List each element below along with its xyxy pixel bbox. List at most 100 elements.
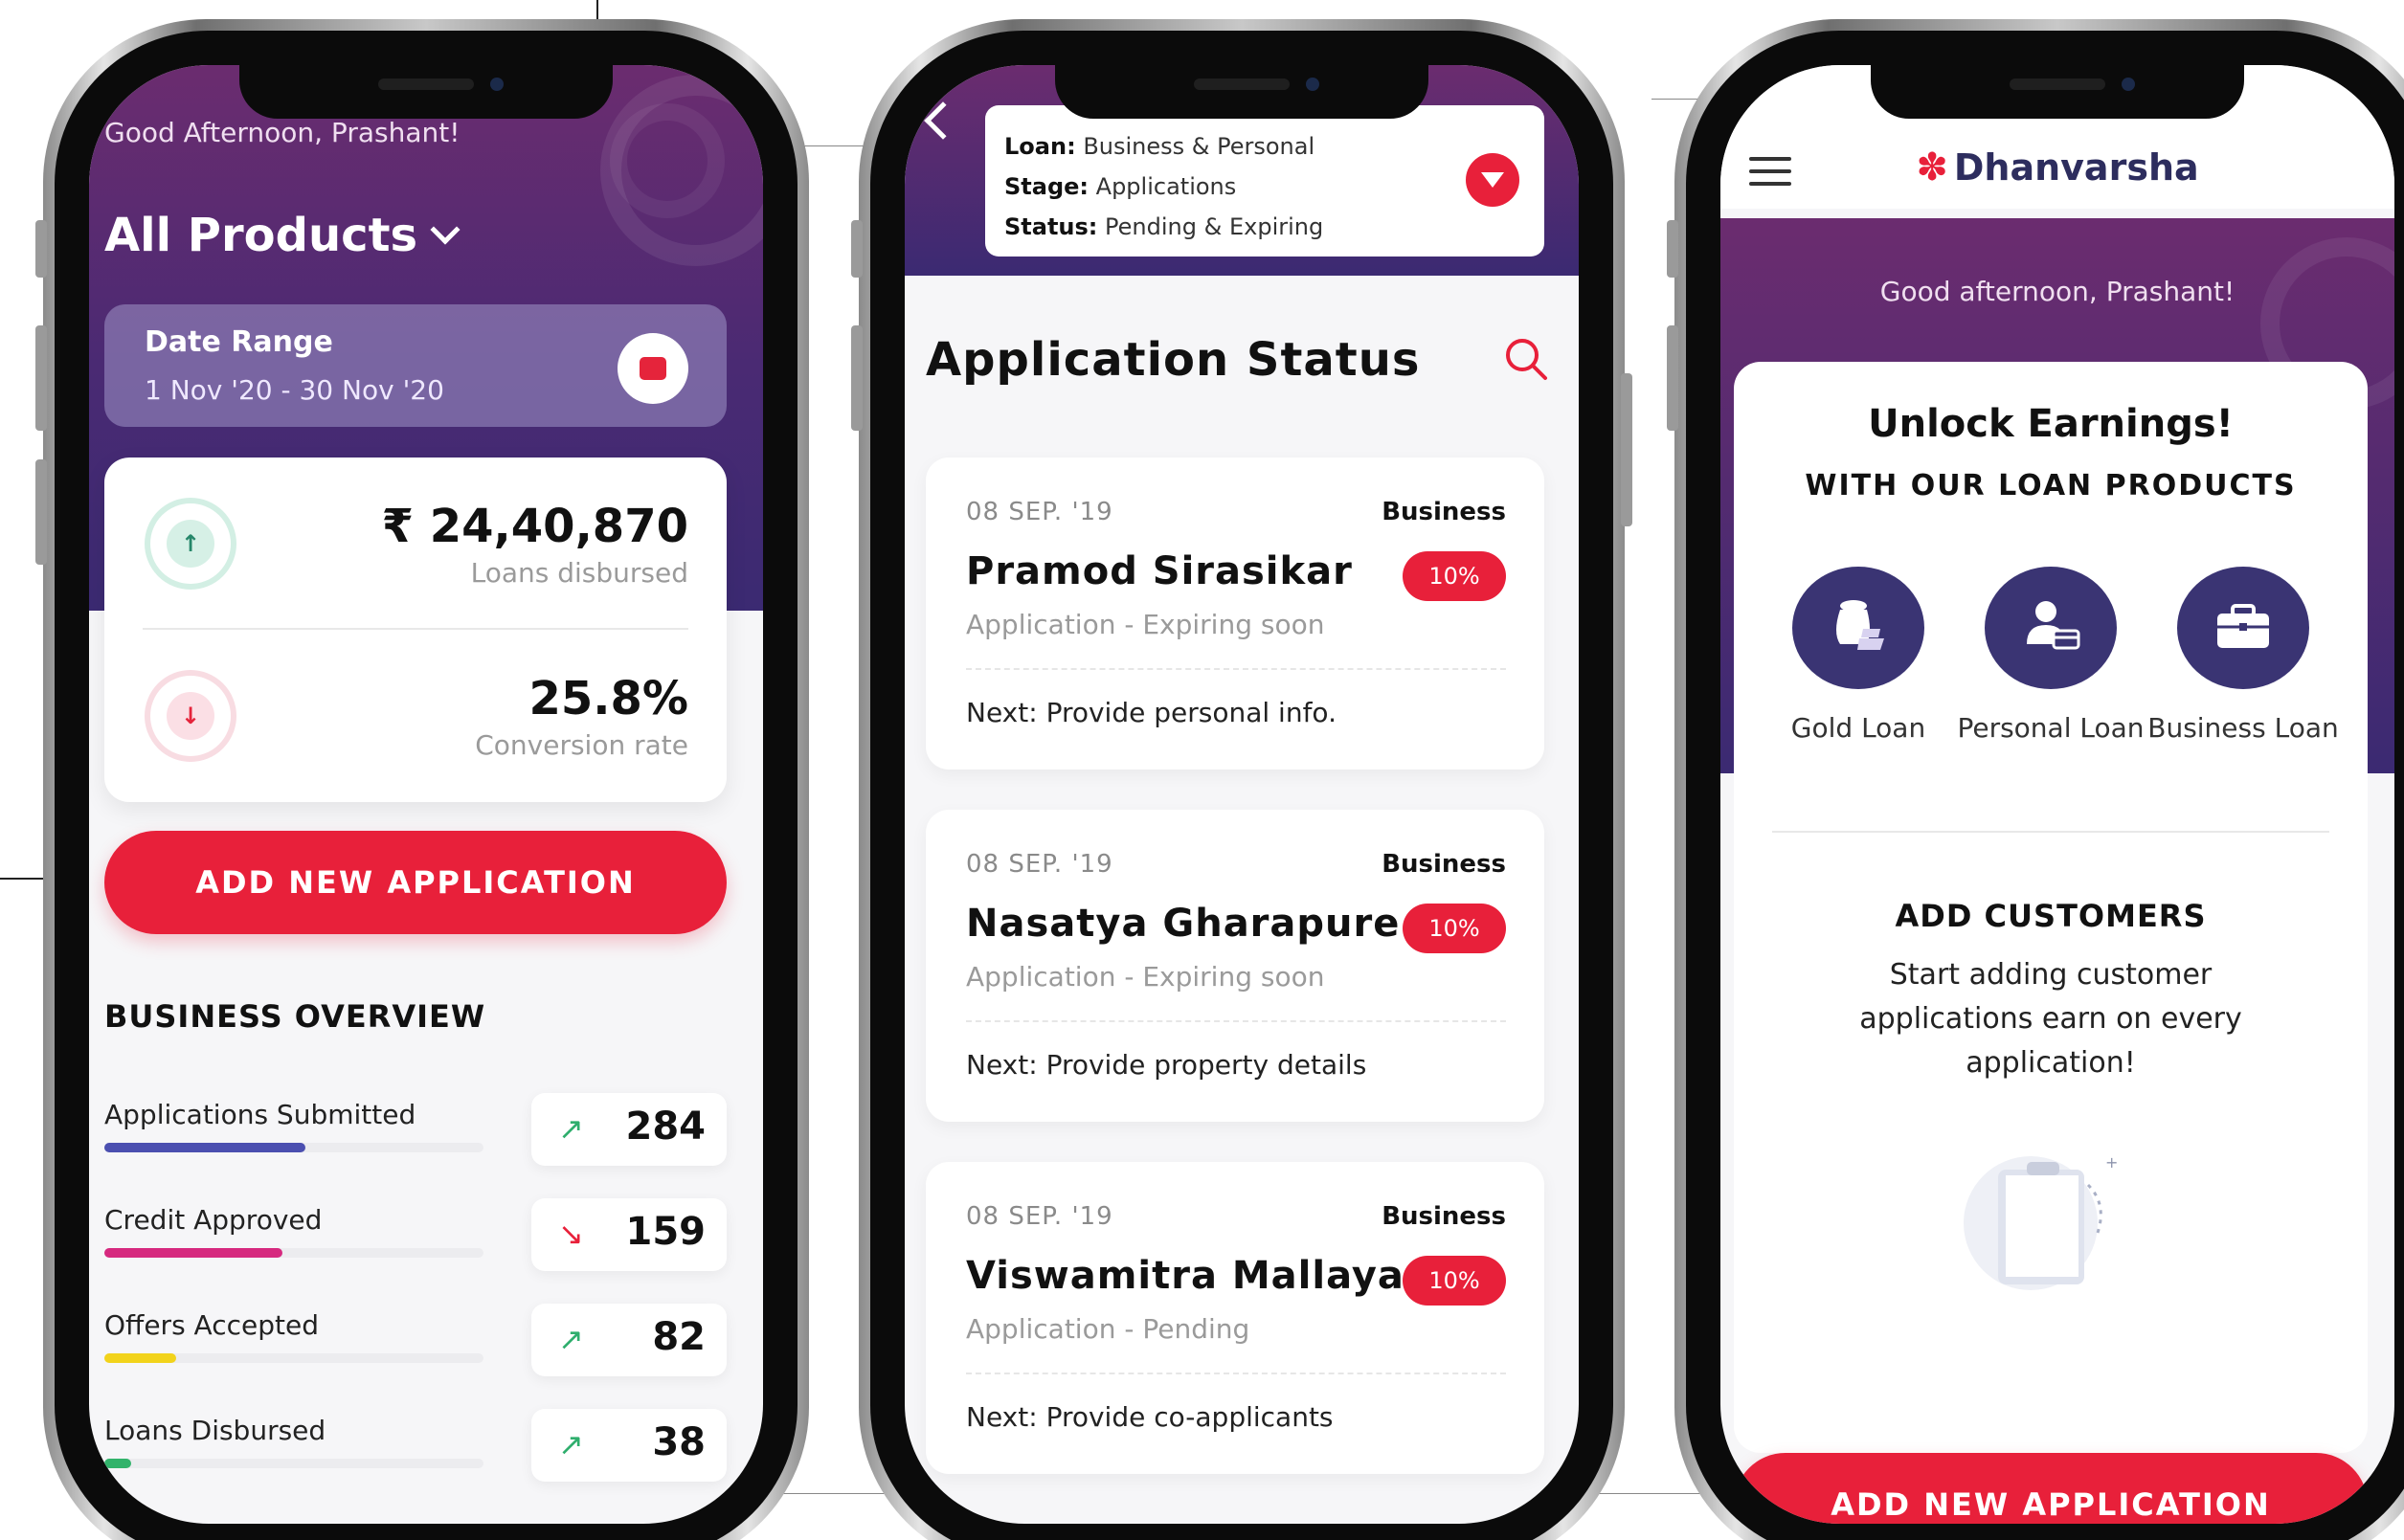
overview-label: Credit Approved	[104, 1204, 323, 1236]
progress-fill	[104, 1459, 131, 1468]
overview-row: Offers Accepted ↗ 82	[104, 1304, 727, 1395]
next-step-text: Next: Provide co-applicants	[966, 1401, 1334, 1433]
filter-icon[interactable]	[1466, 153, 1519, 207]
svg-text:+: +	[2105, 1153, 2118, 1172]
application-type: Business	[1382, 1202, 1506, 1231]
stat-label: Conversion rate	[475, 729, 688, 761]
phone-dashboard: Good Afternoon, Prashant! All Products D…	[35, 19, 809, 1540]
product-selector[interactable]: All Products	[104, 209, 461, 262]
calendar-icon[interactable]	[618, 333, 688, 404]
application-status-text: Application - Expiring soon	[966, 609, 1325, 640]
loan-label: Personal Loan	[1957, 712, 2145, 744]
trend-up-icon: ↗	[558, 1321, 584, 1357]
earnings-card: Unlock Earnings! WITH OUR LOAN PRODUCTS …	[1734, 362, 2368, 1453]
application-type: Business	[1382, 498, 1506, 526]
stat-value: ₹ 24,40,870	[381, 500, 688, 553]
application-date: 08 SEP. '19	[966, 1202, 1113, 1231]
business-loan-button[interactable]: Business Loan	[2147, 567, 2339, 747]
filter-status: Status: Pending & Expiring	[1004, 213, 1324, 240]
progress-fill	[104, 1248, 283, 1258]
stats-card: ↑ ₹ 24,40,870 Loans disbursed ↓ 25.8% Co…	[104, 458, 727, 802]
overview-label: Applications Submitted	[104, 1099, 416, 1130]
arrow-down-icon: ↓	[145, 670, 236, 762]
overview-label: Loans Disbursed	[104, 1415, 326, 1446]
earn-title: Unlock Earnings!	[1868, 402, 2234, 446]
overview-label: Offers Accepted	[104, 1309, 319, 1341]
earn-subtitle: WITH OUR LOAN PRODUCTS	[1805, 469, 2297, 502]
application-card[interactable]: 08 SEP. '19 Business Viswamitra Mallaya …	[926, 1162, 1544, 1474]
add-customers-title: ADD CUSTOMERS	[1895, 898, 2207, 934]
filter-stage: Stage: Applications	[1004, 173, 1237, 200]
overview-progress-bar	[104, 1353, 483, 1363]
progress-fill	[104, 1353, 177, 1363]
flower-logo-icon: ✽	[1916, 145, 1948, 190]
applicant-name: Viswamitra Mallaya	[966, 1254, 1404, 1298]
progress-fill	[104, 1143, 305, 1152]
overview-progress-bar	[104, 1459, 483, 1468]
percentage-badge: 10%	[1403, 904, 1506, 953]
application-card[interactable]: 08 SEP. '19 Business Nasatya Gharapure 1…	[926, 810, 1544, 1122]
overview-value-box: ↘ 159	[531, 1198, 727, 1271]
clipboard-illustration-icon: +	[1964, 1153, 2118, 1290]
date-range-title: Date Range	[145, 325, 333, 359]
overview-row: Loans Disbursed ↗ 38	[104, 1409, 727, 1501]
overview-value: 82	[652, 1315, 706, 1359]
application-date: 08 SEP. '19	[966, 498, 1113, 526]
business-overview-title: BUSINESS OVERVIEW	[104, 998, 486, 1035]
gold-loan-icon	[1792, 567, 1924, 689]
greeting-text: Good Afternoon, Prashant!	[104, 117, 461, 148]
trend-up-icon: ↗	[558, 1110, 584, 1147]
applicant-name: Nasatya Gharapure	[966, 902, 1401, 946]
overview-row: Credit Approved ↘ 159	[104, 1198, 727, 1290]
home-screen: ✽ Dhanvarsha Good afternoon, Prashant! Un…	[1720, 65, 2394, 1524]
phone-application-status: Loan: Business & Personal Stage: Applica…	[851, 19, 1632, 1540]
stat-conversion-rate: ↓ 25.8% Conversion rate	[104, 630, 727, 802]
add-new-application-button[interactable]: ADD NEW APPLICATION	[104, 831, 727, 934]
brand-logo: ✽ Dhanvarsha	[1720, 145, 2394, 190]
application-type: Business	[1382, 850, 1506, 879]
product-selector-label: All Products	[104, 209, 418, 262]
dashboard-screen: Good Afternoon, Prashant! All Products D…	[89, 65, 763, 1524]
trend-up-icon: ↗	[558, 1426, 584, 1462]
business-loan-icon	[2177, 567, 2309, 689]
trend-down-icon: ↘	[558, 1216, 584, 1252]
loan-label: Business Loan	[2147, 712, 2339, 744]
next-step-text: Next: Provide property details	[966, 1049, 1367, 1081]
brand-name: Dhanvarsha	[1953, 146, 2199, 189]
overview-value: 284	[625, 1105, 707, 1149]
arrow-up-icon: ↑	[145, 498, 236, 590]
overview-progress-bar	[104, 1143, 483, 1152]
applicant-name: Pramod Sirasikar	[966, 549, 1353, 593]
next-step-text: Next: Provide personal info.	[966, 697, 1337, 728]
gold-loan-button[interactable]: Gold Loan	[1763, 567, 1954, 747]
application-status-text: Application - Expiring soon	[966, 961, 1325, 993]
phone-home: ✽ Dhanvarsha Good afternoon, Prashant! Un…	[1667, 19, 2404, 1540]
chevron-down-icon	[430, 214, 461, 245]
application-date: 08 SEP. '19	[966, 850, 1113, 879]
personal-loan-button[interactable]: Personal Loan	[1955, 567, 2146, 747]
filter-loan: Loan: Business & Personal	[1004, 133, 1315, 160]
date-range-value: 1 Nov '20 - 30 Nov '20	[145, 374, 444, 406]
overview-progress-bar	[104, 1248, 483, 1258]
overview-row: Applications Submitted ↗ 284	[104, 1093, 727, 1185]
search-icon[interactable]	[1502, 335, 1550, 383]
page-title: Application Status	[926, 333, 1421, 387]
application-card[interactable]: 08 SEP. '19 Business Pramod Sirasikar 10…	[926, 458, 1544, 770]
stat-loans-disbursed: ↑ ₹ 24,40,870 Loans disbursed	[104, 458, 727, 630]
filter-summary-card[interactable]: Loan: Business & Personal Stage: Applica…	[985, 105, 1544, 257]
overview-value-box: ↗ 82	[531, 1304, 727, 1376]
greeting-text: Good afternoon, Prashant!	[1879, 276, 2235, 307]
add-new-application-button[interactable]: ADD NEW APPLICATION	[1734, 1453, 2368, 1524]
date-range-card[interactable]: Date Range 1 Nov '20 - 30 Nov '20	[104, 304, 727, 427]
overview-value-box: ↗ 38	[531, 1409, 727, 1482]
stat-value: 25.8%	[528, 672, 688, 725]
add-customers-text: Start adding customer applications earn …	[1859, 958, 2242, 1080]
application-status-screen: Loan: Business & Personal Stage: Applica…	[905, 65, 1579, 1524]
overview-value: 159	[625, 1210, 707, 1254]
personal-loan-icon	[1985, 567, 2117, 689]
percentage-badge: 10%	[1403, 1256, 1506, 1306]
stat-label: Loans disbursed	[470, 557, 688, 589]
application-status-text: Application - Pending	[966, 1313, 1250, 1345]
percentage-badge: 10%	[1403, 551, 1506, 601]
overview-value-box: ↗ 284	[531, 1093, 727, 1166]
